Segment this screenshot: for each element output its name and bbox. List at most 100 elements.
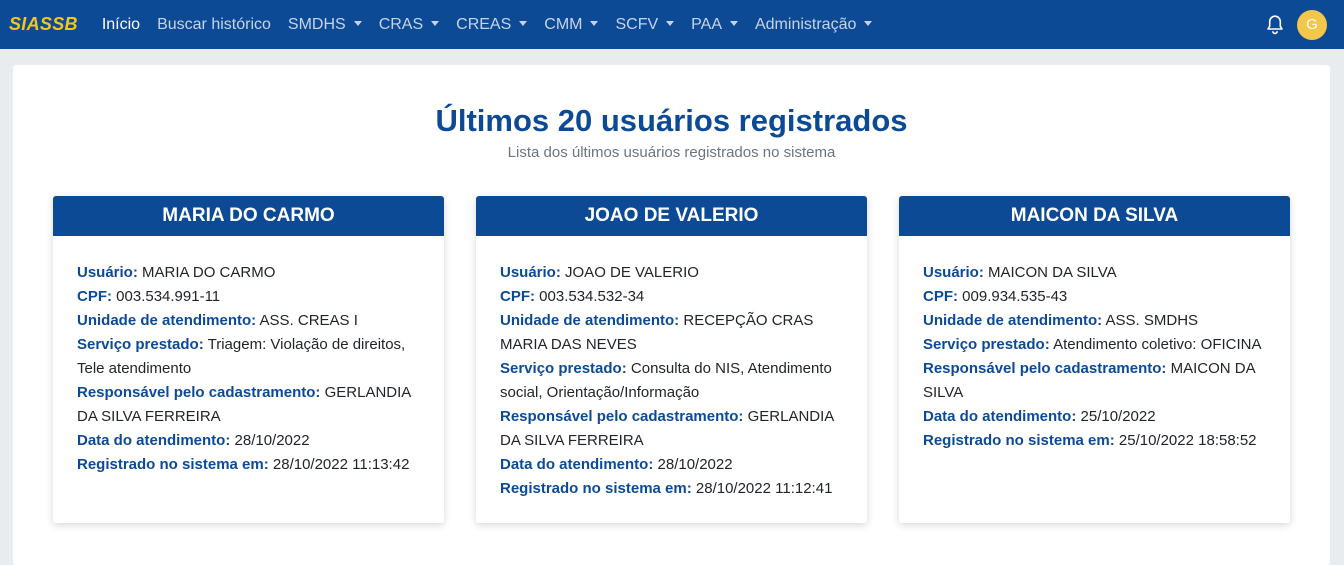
value-unidade: ASS. CREAS I bbox=[259, 312, 358, 329]
label-usuario: Usuário: bbox=[923, 264, 984, 281]
nav-right: G bbox=[1265, 0, 1327, 49]
nav-item-label: Administração bbox=[754, 15, 857, 33]
card-body: Usuário: MARIA DO CARMO CPF: 003.534.991… bbox=[53, 236, 444, 477]
user-avatar[interactable]: G bbox=[1297, 9, 1327, 40]
avatar-initial: G bbox=[1306, 16, 1318, 33]
label-responsavel: Responsável pelo cadastramento: bbox=[77, 384, 321, 401]
chevron-down-icon bbox=[666, 21, 675, 26]
bell-icon[interactable] bbox=[1265, 14, 1285, 36]
field-servico: Serviço prestado: Triagem: Violação de d… bbox=[77, 333, 420, 381]
field-data: Data do atendimento: 28/10/2022 bbox=[500, 453, 843, 477]
label-servico: Serviço prestado: bbox=[500, 360, 627, 377]
nav-item-creas[interactable]: CREAS bbox=[456, 15, 528, 34]
page-subtitle: Lista dos últimos usuários registrados n… bbox=[507, 144, 836, 161]
value-usuario: MAICON DA SILVA bbox=[988, 264, 1117, 281]
nav-item-label: SMDHS bbox=[287, 15, 346, 33]
label-unidade: Unidade de atendimento: bbox=[923, 312, 1103, 329]
nav-item-buscar-historico[interactable]: Buscar histórico bbox=[157, 16, 271, 34]
value-data: 28/10/2022 bbox=[657, 456, 733, 473]
field-responsavel: Responsável pelo cadastramento: MAICON D… bbox=[923, 357, 1266, 405]
field-data: Data do atendimento: 25/10/2022 bbox=[923, 405, 1266, 429]
nav-item-inicio[interactable]: Início bbox=[102, 16, 140, 34]
value-registrado: 28/10/2022 11:13:42 bbox=[272, 456, 410, 473]
card-body: Usuário: JOAO DE VALERIO CPF: 003.534.53… bbox=[476, 236, 867, 501]
field-usuario: Usuário: MARIA DO CARMO bbox=[77, 261, 420, 285]
chevron-down-icon bbox=[729, 21, 738, 26]
nav-item-label: Buscar histórico bbox=[157, 15, 271, 33]
label-servico: Serviço prestado: bbox=[923, 336, 1050, 353]
label-registrado: Registrado no sistema em: bbox=[923, 432, 1115, 449]
value-data: 25/10/2022 bbox=[1080, 408, 1156, 425]
field-responsavel: Responsável pelo cadastramento: GERLANDI… bbox=[77, 381, 420, 429]
label-unidade: Unidade de atendimento: bbox=[77, 312, 257, 329]
label-usuario: Usuário: bbox=[500, 264, 561, 281]
label-data: Data do atendimento: bbox=[500, 456, 654, 473]
field-responsavel: Responsável pelo cadastramento: GERLANDI… bbox=[500, 405, 843, 453]
main-panel: Últimos 20 usuários registrados Lista do… bbox=[13, 65, 1330, 565]
field-registrado: Registrado no sistema em: 28/10/2022 11:… bbox=[77, 453, 420, 477]
card-header: MAICON DA SILVA bbox=[899, 196, 1290, 236]
label-registrado: Registrado no sistema em: bbox=[500, 480, 692, 497]
label-data: Data do atendimento: bbox=[77, 432, 231, 449]
value-cpf: 003.534.532-34 bbox=[539, 288, 645, 305]
value-cpf: 003.534.991-11 bbox=[116, 288, 221, 305]
nav-item-cras[interactable]: CRAS bbox=[378, 15, 440, 34]
nav-item-label: CRAS bbox=[378, 15, 424, 33]
label-registrado: Registrado no sistema em: bbox=[77, 456, 269, 473]
field-unidade: Unidade de atendimento: ASS. SMDHS bbox=[923, 309, 1266, 333]
card-header: JOAO DE VALERIO bbox=[476, 196, 867, 236]
value-usuario: JOAO DE VALERIO bbox=[565, 264, 699, 281]
field-servico: Serviço prestado: Consulta do NIS, Atend… bbox=[500, 357, 843, 405]
field-unidade: Unidade de atendimento: RECEPÇÃO CRAS MA… bbox=[500, 309, 843, 357]
label-data: Data do atendimento: bbox=[923, 408, 1077, 425]
nav-item-label: PAA bbox=[691, 15, 722, 33]
card-body: Usuário: MAICON DA SILVA CPF: 009.934.53… bbox=[899, 236, 1290, 453]
user-card: JOAO DE VALERIO Usuário: JOAO DE VALERIO… bbox=[476, 196, 867, 523]
label-cpf: CPF: bbox=[77, 288, 112, 305]
value-registrado: 28/10/2022 11:12:41 bbox=[695, 480, 833, 497]
user-card: MAICON DA SILVA Usuário: MAICON DA SILVA… bbox=[899, 196, 1290, 523]
nav-menu: Início Buscar histórico SMDHS CRAS CREAS… bbox=[102, 16, 890, 34]
chevron-down-icon bbox=[864, 21, 873, 26]
chevron-down-icon bbox=[353, 21, 362, 26]
field-registrado: Registrado no sistema em: 28/10/2022 11:… bbox=[500, 477, 843, 501]
nav-item-paa[interactable]: PAA bbox=[691, 16, 738, 34]
value-data: 28/10/2022 bbox=[234, 432, 310, 449]
field-cpf: CPF: 003.534.991-11 bbox=[77, 285, 420, 309]
label-responsavel: Responsável pelo cadastramento: bbox=[500, 408, 744, 425]
field-usuario: Usuário: MAICON DA SILVA bbox=[923, 261, 1266, 285]
nav-item-label: CREAS bbox=[456, 15, 512, 33]
value-usuario: MARIA DO CARMO bbox=[142, 264, 276, 281]
value-cpf: 009.934.535-43 bbox=[962, 288, 1068, 305]
chevron-down-icon bbox=[431, 21, 440, 26]
label-cpf: CPF: bbox=[500, 288, 535, 305]
brand-logo[interactable]: SIASSB bbox=[9, 14, 78, 35]
label-cpf: CPF: bbox=[923, 288, 958, 305]
chevron-down-icon bbox=[519, 21, 528, 26]
field-unidade: Unidade de atendimento: ASS. CREAS I bbox=[77, 309, 420, 333]
field-cpf: CPF: 003.534.532-34 bbox=[500, 285, 843, 309]
label-unidade: Unidade de atendimento: bbox=[500, 312, 680, 329]
field-data: Data do atendimento: 28/10/2022 bbox=[77, 429, 420, 453]
top-navbar: SIASSB Início Buscar histórico SMDHS CRA… bbox=[0, 0, 1344, 49]
card-header: MARIA DO CARMO bbox=[53, 196, 444, 236]
nav-item-label: Início bbox=[101, 15, 141, 33]
value-unidade: ASS. SMDHS bbox=[1105, 312, 1199, 329]
nav-item-cmm[interactable]: CMM bbox=[544, 15, 599, 34]
chevron-down-icon bbox=[590, 21, 599, 26]
field-servico: Serviço prestado: Atendimento coletivo: … bbox=[923, 333, 1266, 357]
nav-item-label: SCFV bbox=[615, 15, 659, 33]
label-servico: Serviço prestado: bbox=[77, 336, 204, 353]
nav-item-administracao[interactable]: Administração bbox=[754, 15, 873, 34]
user-card: MARIA DO CARMO Usuário: MARIA DO CARMO C… bbox=[53, 196, 444, 523]
field-usuario: Usuário: JOAO DE VALERIO bbox=[500, 261, 843, 285]
page-title: Últimos 20 usuários registrados bbox=[435, 103, 908, 138]
value-servico: Atendimento coletivo: OFICINA bbox=[1053, 336, 1262, 353]
nav-item-smdhs[interactable]: SMDHS bbox=[288, 16, 362, 34]
field-registrado: Registrado no sistema em: 25/10/2022 18:… bbox=[923, 429, 1266, 453]
field-cpf: CPF: 009.934.535-43 bbox=[923, 285, 1266, 309]
label-responsavel: Responsável pelo cadastramento: bbox=[923, 360, 1167, 377]
nav-item-label: CMM bbox=[544, 15, 583, 33]
nav-item-scfv[interactable]: SCFV bbox=[615, 15, 675, 34]
label-usuario: Usuário: bbox=[77, 264, 138, 281]
